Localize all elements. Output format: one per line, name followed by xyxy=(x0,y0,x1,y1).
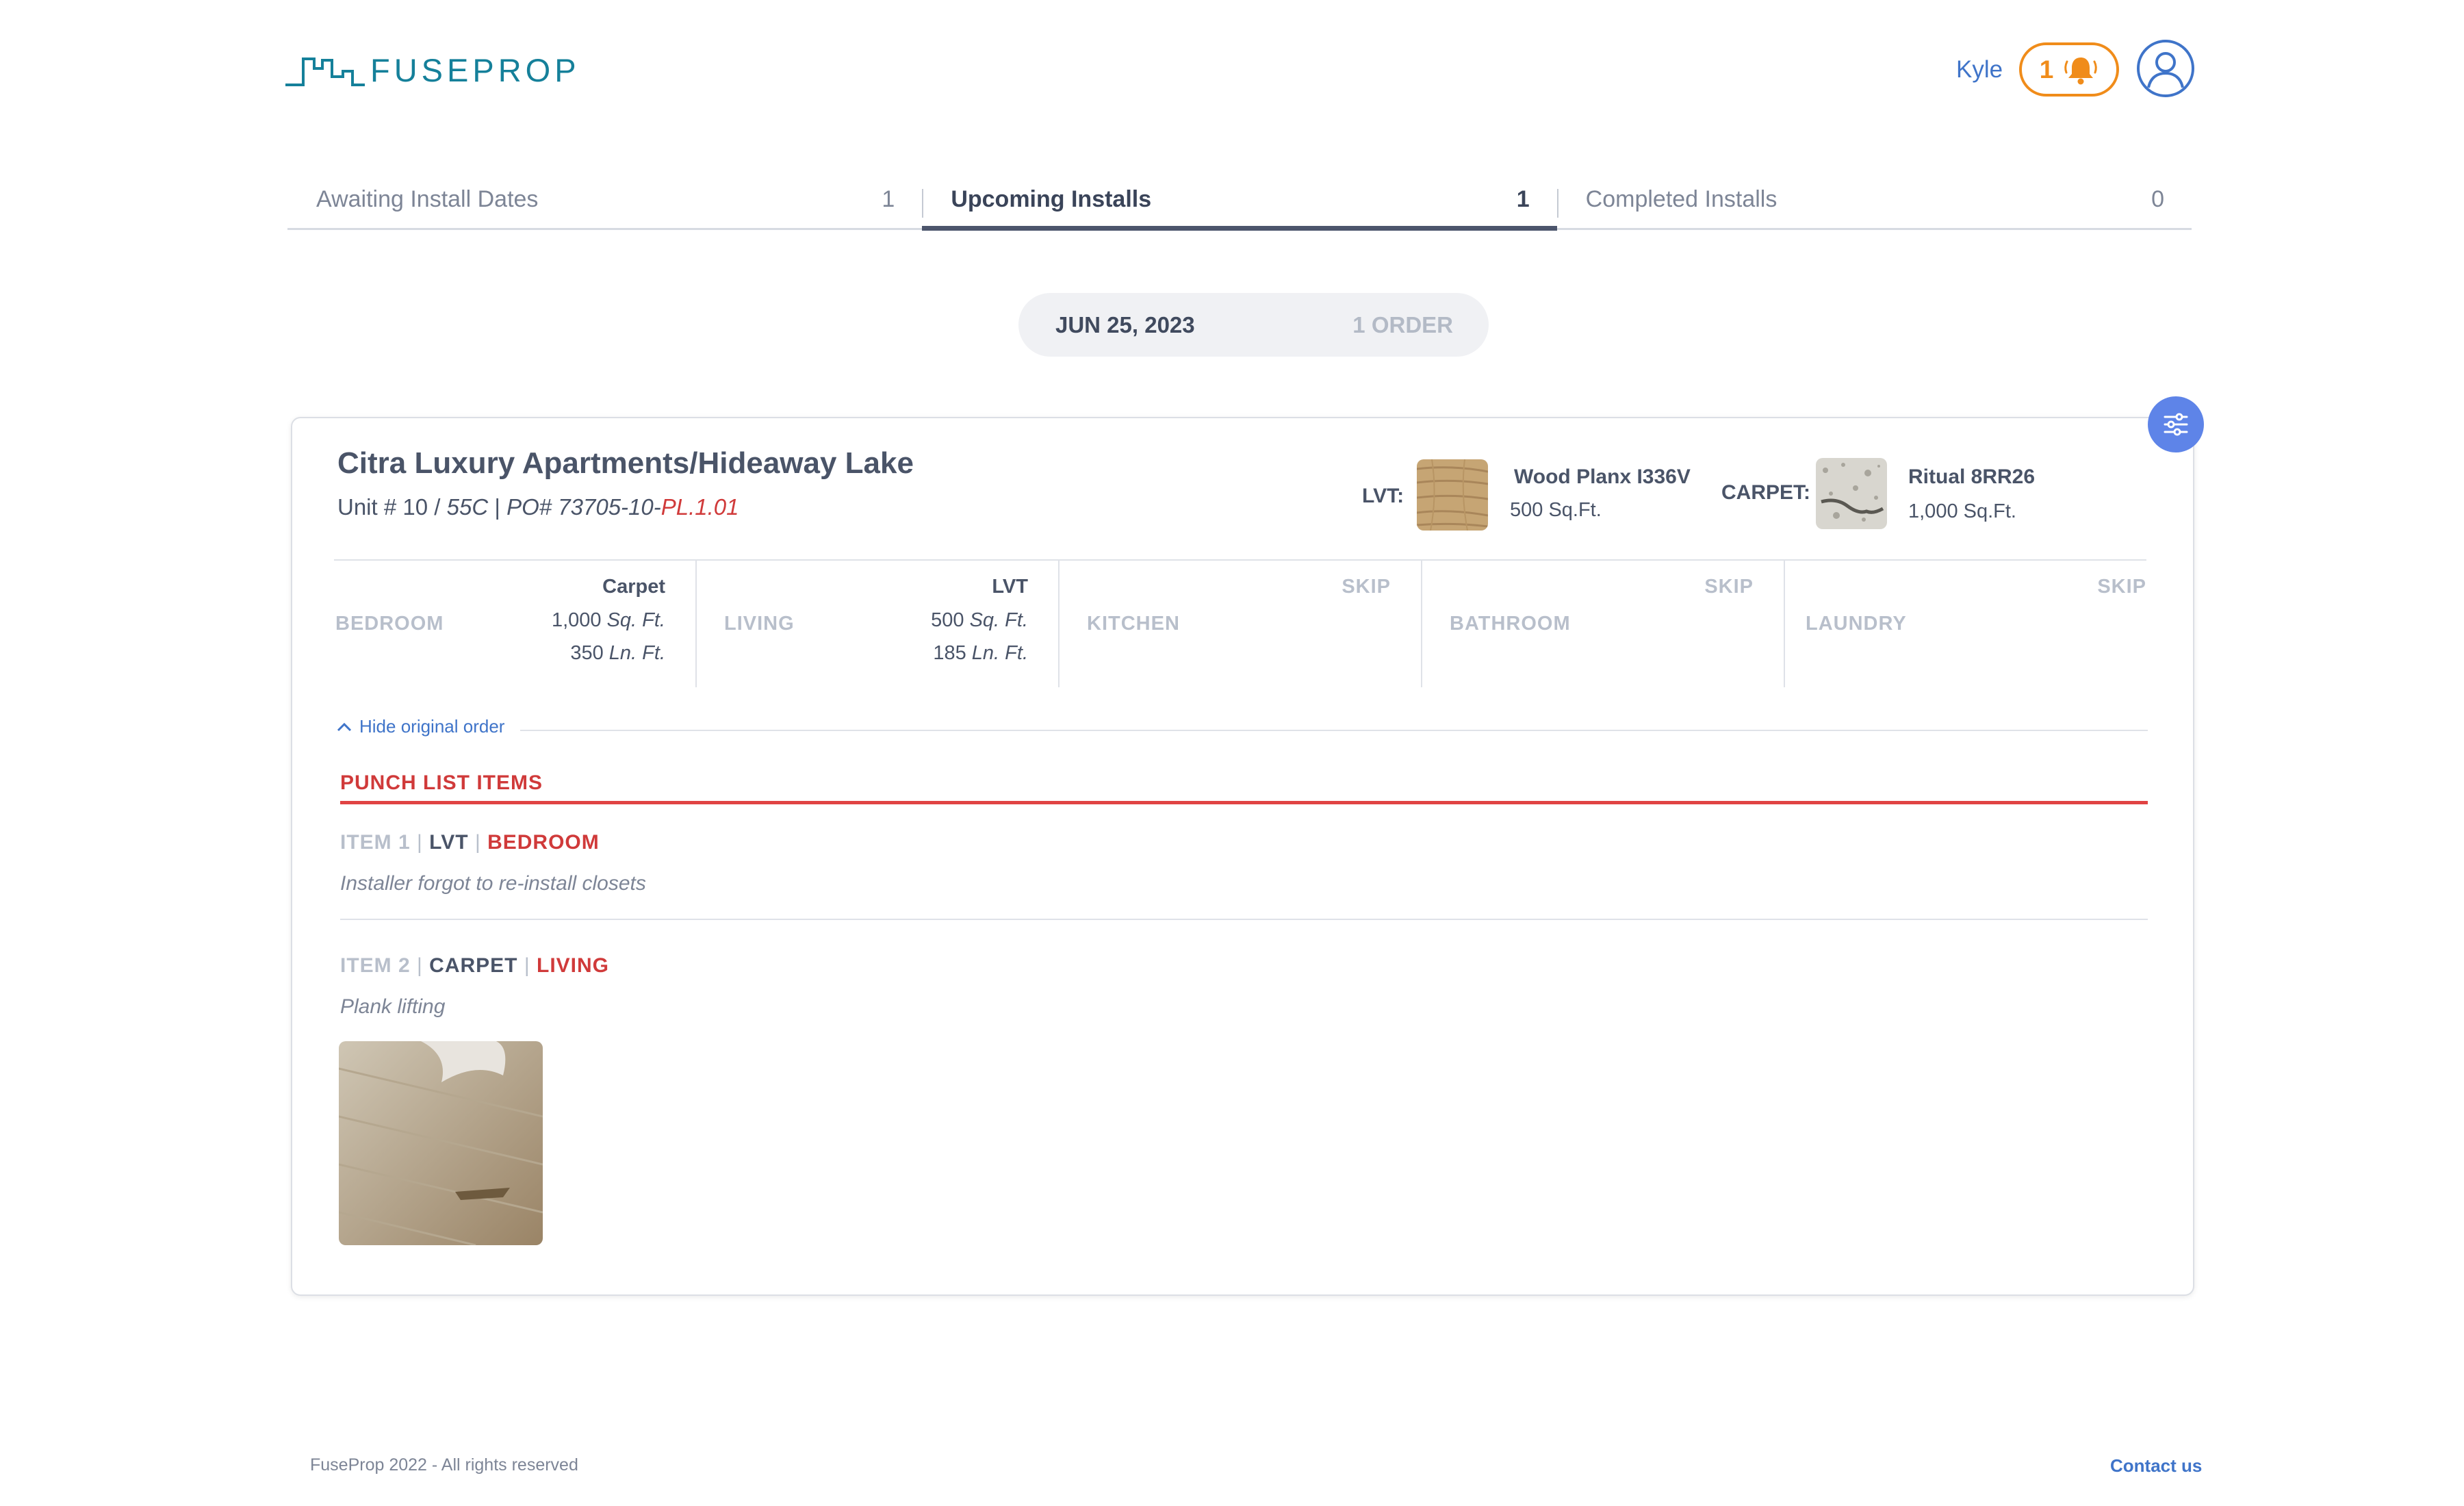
unit-and-po: Unit # 10 / 55C | PO# 73705-10-PL.1.01 xyxy=(337,494,739,520)
room-name: LIVING xyxy=(724,613,795,635)
unit-slash: / xyxy=(434,494,441,520)
punch-item-description: Plank lifting xyxy=(340,995,446,1018)
tab-label: Completed Installs xyxy=(1585,186,1778,212)
punch-list-title: PUNCH LIST ITEMS xyxy=(340,771,543,794)
room-length: 185 Ln. Ft. xyxy=(933,642,1028,664)
room-material: Carpet xyxy=(602,576,665,598)
chevron-up-icon xyxy=(337,722,352,731)
lvt-quantity: 500 Sq.Ft. xyxy=(1510,499,1602,521)
divider xyxy=(340,919,2148,920)
tab-completed-installs[interactable]: Completed Installs 0 xyxy=(1556,179,2192,228)
material-label-carpet: CARPET: xyxy=(1721,481,1811,504)
tab-count: 0 xyxy=(2151,186,2164,212)
room-living: LIVING LVT 500 Sq. Ft. 185 Ln. Ft. xyxy=(697,561,1060,687)
carpet-swatch xyxy=(1816,458,1887,529)
tab-awaiting-install-dates[interactable]: Awaiting Install Dates 1 xyxy=(287,179,922,228)
filter-button[interactable] xyxy=(2148,396,2204,452)
logo-wordmark: FUSEPROP xyxy=(370,51,580,88)
order-count: 1 ORDER xyxy=(1352,311,1453,337)
room-area: 500 Sq. Ft. xyxy=(931,609,1028,631)
filter-sliders-icon xyxy=(2164,413,2188,436)
room-material: LVT xyxy=(992,576,1028,598)
room-name: KITCHEN xyxy=(1087,613,1180,635)
punch-list-rule xyxy=(340,801,2148,804)
room-kitchen: KITCHEN SKIP xyxy=(1060,561,1422,687)
lvt-swatch xyxy=(1417,459,1488,531)
room-skip: SKIP xyxy=(1704,576,1754,598)
city-skyline-logo-icon xyxy=(285,58,365,86)
lvt-product-name: Wood Planx I336V xyxy=(1514,465,1691,488)
notifications-button[interactable]: 1 xyxy=(2019,42,2119,97)
punch-item-header: ITEM 1 | LVT | BEDROOM xyxy=(340,831,600,854)
punch-item-photo[interactable] xyxy=(339,1041,543,1245)
po-number: PO# 73705-10- xyxy=(506,494,661,520)
carpet-quantity: 1,000 Sq.Ft. xyxy=(1908,500,2016,522)
punch-item-description: Installer forgot to re-install closets xyxy=(340,872,646,895)
date-group-header: JUN 25, 2023 1 ORDER xyxy=(1018,293,1489,357)
room-bedroom: BEDROOM Carpet 1,000 Sq. Ft. 350 Ln. Ft. xyxy=(334,561,697,687)
tab-label: Awaiting Install Dates xyxy=(316,186,539,212)
room-skip: SKIP xyxy=(1342,576,1391,598)
material-label-lvt: LVT: xyxy=(1362,485,1404,507)
property-name: Citra Luxury Apartments/Hideaway Lake xyxy=(337,446,914,480)
install-status-tabs: Awaiting Install Dates 1 Upcoming Instal… xyxy=(287,179,2192,231)
unit-number: 10 xyxy=(402,494,428,520)
user-avatar[interactable] xyxy=(2137,40,2194,97)
user-name[interactable]: Kyle xyxy=(1956,56,2003,84)
po-separator: | xyxy=(494,494,500,520)
room-laundry: LAUNDRY SKIP xyxy=(1785,561,2146,687)
hide-original-order-link[interactable]: Hide original order xyxy=(336,716,504,737)
room-length: 350 Ln. Ft. xyxy=(570,642,665,664)
room-bathroom: BATHROOM SKIP xyxy=(1422,561,1785,687)
room-skip: SKIP xyxy=(2097,576,2146,598)
punch-item-header: ITEM 2 | CARPET | LIVING xyxy=(340,954,610,977)
room-breakdown: BEDROOM Carpet 1,000 Sq. Ft. 350 Ln. Ft.… xyxy=(334,559,2146,687)
footer-copyright: FuseProp 2022 - All rights reserved xyxy=(310,1455,578,1475)
tab-label: Upcoming Installs xyxy=(951,186,1152,212)
hide-original-order-label: Hide original order xyxy=(359,716,505,737)
room-name: LAUNDRY xyxy=(1806,613,1907,635)
fuseprop-logo[interactable]: FUSEPROP xyxy=(284,49,580,90)
order-card xyxy=(291,417,2194,1296)
install-date: JUN 25, 2023 xyxy=(1055,311,1195,337)
tab-count: 1 xyxy=(1516,186,1530,212)
unit-code: 55C xyxy=(446,494,489,520)
unit-prefix: Unit # xyxy=(337,494,397,520)
tab-count: 1 xyxy=(882,186,895,212)
contact-us-link[interactable]: Contact us xyxy=(2110,1455,2202,1477)
carpet-product-name: Ritual 8RR26 xyxy=(1908,465,2036,488)
po-suffix: PL.1.01 xyxy=(660,494,739,520)
divider xyxy=(520,730,2148,731)
bell-icon xyxy=(2064,57,2098,84)
room-area: 1,000 Sq. Ft. xyxy=(551,609,665,631)
notification-count: 1 xyxy=(2039,55,2054,84)
tab-upcoming-installs[interactable]: Upcoming Installs 1 xyxy=(922,179,1557,231)
room-name: BATHROOM xyxy=(1450,613,1571,635)
user-avatar-icon xyxy=(2147,52,2184,88)
room-name: BEDROOM xyxy=(335,613,444,635)
